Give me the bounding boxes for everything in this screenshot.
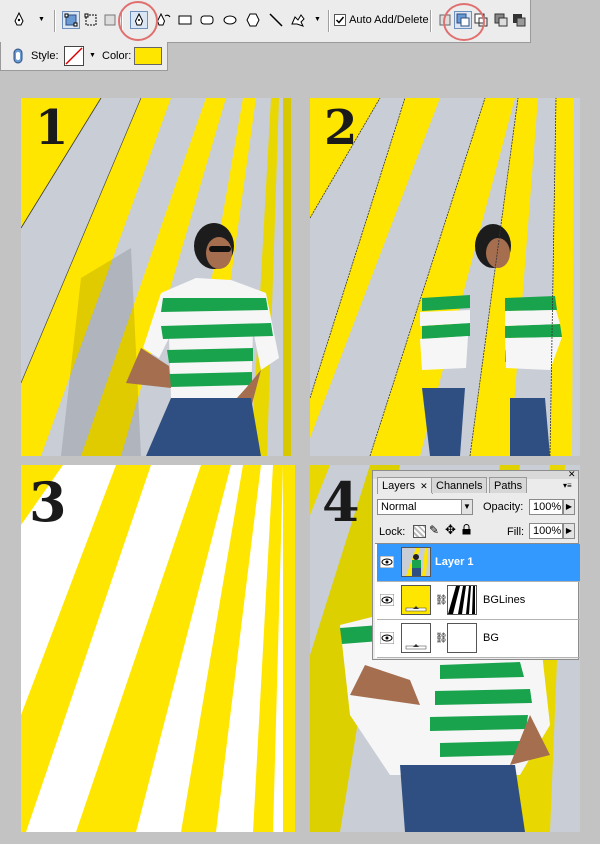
link-chain-icon[interactable]: ⛓ — [435, 595, 448, 606]
line-tool-icon[interactable] — [267, 11, 285, 29]
fill-label: Fill: — [507, 526, 525, 538]
link-chain-icon[interactable]: ⛓ — [435, 633, 448, 644]
step-number: 4 — [322, 470, 360, 534]
polygon-tool-icon[interactable] — [244, 11, 262, 29]
options-bar: ▼ ▼ Auto Add/Delete — [0, 0, 531, 43]
step-number: 1 — [35, 100, 69, 156]
style-chevron-down-icon[interactable]: ▼ — [89, 52, 96, 59]
panel-3: 3 — [21, 465, 295, 832]
auto-add-delete-checkbox[interactable] — [334, 14, 346, 27]
rounded-rectangle-tool-icon[interactable] — [198, 11, 216, 29]
layers-list: Layer 1 ⛓ BGLines ⛓ BG — [375, 543, 580, 658]
close-panel-icon[interactable]: ✕ — [568, 469, 576, 480]
style-label: Style: — [31, 50, 59, 62]
tab-paths[interactable]: Paths — [489, 477, 528, 493]
close-tab-icon[interactable]: ✕ — [420, 481, 428, 491]
step-number: 3 — [29, 470, 67, 534]
layer-row-layer-1[interactable]: Layer 1 — [377, 544, 580, 582]
lock-transparent-pixels-icon[interactable] — [413, 525, 426, 538]
auto-add-delete-option[interactable]: Auto Add/Delete — [334, 14, 429, 27]
layers-panel: ✕ Layers ✕ Channels Paths ▾≡ Normal ▼ Op… — [372, 469, 580, 660]
custom-shape-tool-icon[interactable] — [289, 11, 307, 29]
divider — [328, 10, 330, 32]
preset-chevron-down-icon[interactable]: ▼ — [38, 16, 45, 23]
blend-mode-value: Normal — [381, 501, 417, 513]
divider — [430, 10, 432, 32]
geometry-options-chevron-down-icon[interactable]: ▼ — [314, 16, 321, 23]
layer-row-bg[interactable]: ⛓ BG — [377, 620, 580, 658]
bglines-fill-thumbnail — [401, 585, 431, 615]
layer-name: Layer 1 — [435, 556, 474, 568]
panel-menu-icon[interactable]: ▾≡ — [563, 481, 572, 490]
opacity-arrow-icon[interactable]: ▶ — [563, 499, 575, 515]
auto-add-delete-label: Auto Add/Delete — [349, 14, 429, 27]
layer-1-thumbnail — [401, 547, 431, 577]
shape-layers-icon[interactable] — [62, 11, 80, 29]
blend-mode-select[interactable]: Normal — [377, 499, 469, 515]
panel-1: 1 — [21, 98, 291, 456]
options-bar-row-2: Style: ▼ Color: — [0, 42, 168, 71]
tab-channels-label: Channels — [436, 480, 483, 492]
color-swatch[interactable] — [134, 47, 162, 65]
ellipse-tool-icon[interactable] — [221, 11, 239, 29]
layer-style-link-icon[interactable] — [9, 47, 27, 65]
exclude-overlapping-shape-areas-icon[interactable] — [492, 11, 510, 29]
layer-row-bglines[interactable]: ⛓ BGLines — [377, 582, 580, 620]
bg-mask-thumbnail — [447, 623, 477, 653]
opacity-input[interactable]: 100% — [529, 499, 563, 515]
panel-2: 2 — [310, 98, 580, 456]
fill-input[interactable]: 100% — [529, 523, 563, 539]
rectangle-tool-icon[interactable] — [176, 11, 194, 29]
style-swatch[interactable] — [64, 46, 84, 66]
pen-tool-preset-icon[interactable] — [10, 11, 28, 29]
blend-mode-chevron-down-icon[interactable]: ▼ — [461, 499, 473, 515]
bglines-vector-mask-thumbnail — [447, 585, 477, 615]
opacity-value: 100% — [533, 501, 562, 513]
lock-image-pixels-icon[interactable]: ✎ — [429, 523, 439, 537]
fill-value: 100% — [533, 525, 562, 537]
step-number: 2 — [324, 100, 358, 156]
layer-name: BGLines — [483, 594, 526, 606]
combine-shapes-icon[interactable] — [510, 11, 528, 29]
bg-fill-thumbnail — [401, 623, 431, 653]
color-label: Color: — [102, 50, 132, 62]
visibility-eye-icon[interactable] — [380, 556, 394, 568]
fill-pixels-icon[interactable] — [101, 11, 119, 29]
tab-channels[interactable]: Channels — [431, 477, 488, 493]
tab-layers[interactable]: Layers ✕ — [377, 477, 433, 494]
lock-all-icon[interactable] — [462, 524, 471, 535]
visibility-eye-icon[interactable] — [380, 632, 394, 644]
highlight-circle — [118, 1, 158, 41]
lock-label: Lock: — [379, 526, 406, 538]
paths-mode-icon[interactable] — [82, 11, 100, 29]
tab-paths-label: Paths — [494, 480, 523, 492]
highlight-circle — [443, 3, 485, 41]
fill-arrow-icon[interactable]: ▶ — [563, 523, 575, 539]
divider — [54, 10, 56, 32]
tab-layers-label: Layers — [382, 480, 416, 492]
layer-name: BG — [483, 632, 499, 644]
lock-position-icon[interactable]: ✥ — [445, 522, 456, 538]
visibility-eye-icon[interactable] — [380, 594, 394, 606]
opacity-label: Opacity: — [483, 501, 524, 513]
